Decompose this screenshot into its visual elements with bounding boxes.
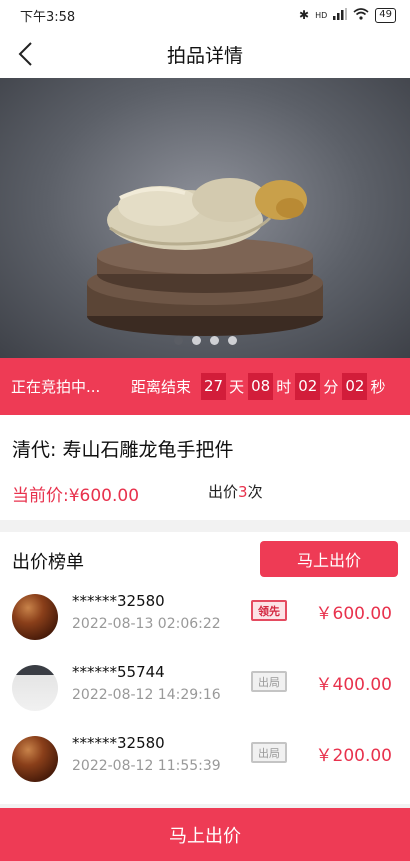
carousel-indicator (0, 336, 410, 345)
minutes-unit: 分 (323, 378, 339, 396)
bid-count-number: 3 (238, 483, 248, 501)
countdown-seconds: 02 (342, 373, 368, 400)
bluetooth-icon: ✱ (299, 8, 310, 22)
place-bid-button[interactable]: 马上出价 (260, 541, 398, 577)
bid-count: 出价3次 (208, 481, 263, 502)
auction-countdown-bar: 正在竞拍中... 距离结束 27 天 08 时 02 分 02 秒 (0, 358, 410, 415)
bid-row: ******32580 2022-08-13 02:06:22 领先 ￥600.… (0, 586, 410, 656)
avatar (12, 594, 58, 640)
wifi-icon (353, 7, 369, 23)
status-icons: ✱ HD 49 (299, 7, 396, 23)
status-bar: 下午3:58 ✱ HD 49 (0, 0, 410, 30)
countdown-hours: 08 (248, 373, 274, 400)
countdown-minutes: 02 (295, 373, 321, 400)
bid-time: 2022-08-12 11:55:39 (72, 758, 221, 774)
bid-ranking-section: 出价榜单 马上出价 ******32580 2022-08-13 02:06:2… (0, 532, 410, 804)
bidder-name: ******32580 (72, 734, 165, 752)
battery-icon: 49 (375, 7, 396, 23)
bid-ranking-title: 出价榜单 (12, 552, 84, 573)
bottom-place-bid-button[interactable]: 马上出价 (0, 808, 410, 861)
hours-unit: 时 (276, 378, 292, 396)
item-image-carousel[interactable] (0, 78, 410, 358)
countdown-days: 27 (201, 373, 227, 400)
carousel-dot[interactable] (191, 336, 201, 345)
carousel-dot[interactable] (227, 336, 237, 345)
auction-status: 正在竞拍中... (11, 378, 101, 396)
status-badge: 领先 (251, 600, 287, 621)
page-title: 拍品详情 (166, 44, 243, 67)
bid-time: 2022-08-13 02:06:22 (72, 616, 221, 632)
back-button[interactable] (10, 38, 40, 70)
bid-row: ******55744 2022-08-12 14:29:16 出局 ￥400.… (0, 657, 410, 727)
current-price-row: 当前价: ¥600.00 (12, 481, 139, 506)
avatar (12, 736, 58, 782)
cellular-signal-icon (333, 7, 348, 23)
bidder-name: ******55744 (72, 663, 165, 681)
item-info-card: 清代: 寿山石雕龙龟手把件 当前价: ¥600.00 出价3次 (0, 415, 410, 520)
item-title: 清代: 寿山石雕龙龟手把件 (12, 439, 234, 461)
nav-bar: 拍品详情 (0, 30, 410, 78)
countdown-label: 距离结束 (131, 378, 192, 396)
avatar (12, 665, 58, 711)
carousel-dot[interactable] (173, 336, 183, 345)
current-price-value: ¥600.00 (68, 486, 140, 506)
signal-label: HD (315, 10, 328, 20)
back-arrow-icon (18, 42, 32, 66)
bid-row: ******32580 2022-08-12 11:55:39 出局 ￥200.… (0, 728, 410, 798)
bid-amount: ￥200.00 (315, 746, 392, 766)
bid-count-suffix: 次 (247, 483, 263, 501)
jade-carving-image (87, 178, 323, 336)
bid-time: 2022-08-12 14:29:16 (72, 687, 221, 703)
status-badge: 出局 (251, 742, 287, 763)
days-unit: 天 (229, 378, 245, 396)
current-price-label: 当前价: (12, 486, 69, 506)
bid-amount: ￥600.00 (315, 604, 392, 624)
seconds-unit: 秒 (370, 378, 386, 396)
bid-amount: ￥400.00 (315, 675, 392, 695)
status-time: 下午3:58 (20, 9, 76, 25)
carousel-dot[interactable] (209, 336, 219, 345)
bidder-name: ******32580 (72, 592, 165, 610)
status-badge: 出局 (251, 671, 287, 692)
bid-count-prefix: 出价 (208, 483, 239, 501)
